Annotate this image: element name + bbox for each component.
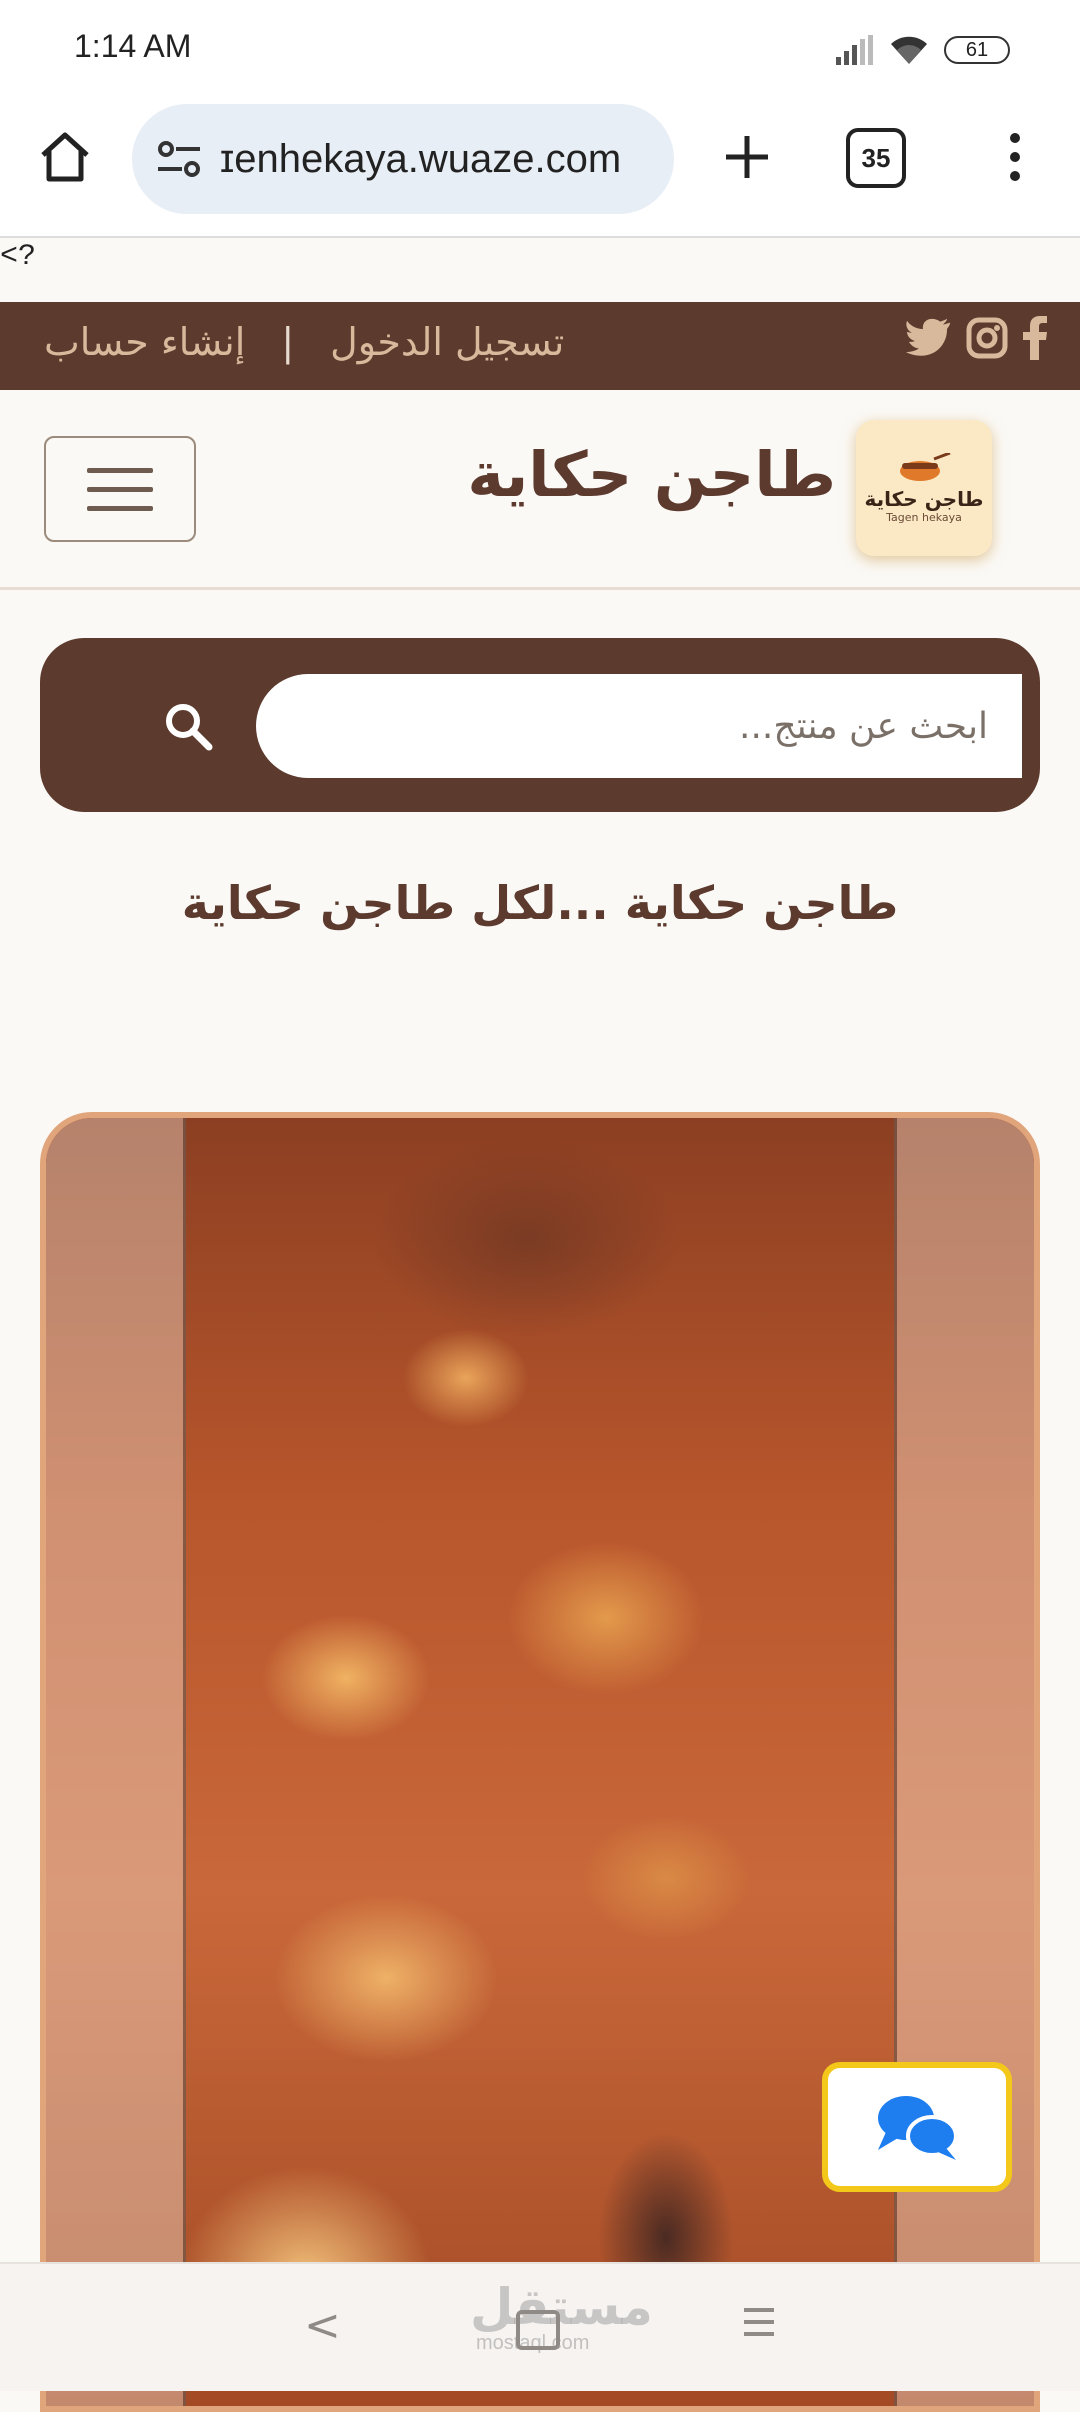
social-links xyxy=(906,316,1048,360)
top-bar: تسجيل الدخول | إنشاء حساب xyxy=(0,302,1080,390)
battery-indicator: 61 xyxy=(944,36,1010,64)
image-overlay-left xyxy=(46,1118,186,2406)
menu-dot-icon xyxy=(1010,133,1020,143)
hero-image xyxy=(40,1112,1040,2412)
site-header: طاجن حكاية Tagen hekaya طاجن حكاية xyxy=(0,390,1080,590)
new-tab-button[interactable] xyxy=(712,122,782,192)
status-time: 1:14 AM xyxy=(74,28,192,64)
plus-icon xyxy=(726,136,768,178)
url-text[interactable]: ɪenhekaya.wuaze.com xyxy=(220,137,650,182)
tagline: طاجن حكاية ...لكل طاجن حكاية xyxy=(181,876,899,930)
search-icon xyxy=(166,704,213,751)
signal-icon xyxy=(836,35,873,65)
hamburger-line-icon xyxy=(87,505,153,511)
home-button[interactable] xyxy=(30,122,100,192)
facebook-icon[interactable] xyxy=(1022,316,1048,360)
recents-line-icon xyxy=(744,2320,774,2324)
search-button[interactable] xyxy=(160,698,216,754)
home-icon xyxy=(41,132,89,182)
recents-line-icon xyxy=(744,2332,774,2336)
address-bar[interactable]: ɪenhekaya.wuaze.com xyxy=(132,104,674,214)
logo-subtext: Tagen hekaya xyxy=(886,510,962,524)
search-input[interactable] xyxy=(256,674,1022,778)
site-logo[interactable]: طاجن حكاية Tagen hekaya xyxy=(856,420,992,556)
nav-recents-button[interactable] xyxy=(744,2308,774,2336)
nav-toggle-button[interactable] xyxy=(44,436,196,542)
signup-link[interactable]: إنشاء حساب xyxy=(44,320,245,364)
login-link[interactable]: تسجيل الدخول xyxy=(330,320,564,364)
system-nav-bar: < مستقل mostaql.com xyxy=(0,2262,1080,2391)
browser-menu-button[interactable] xyxy=(990,122,1040,192)
site-settings-icon[interactable] xyxy=(156,139,202,179)
watermark: مستقل xyxy=(470,2278,653,2336)
recents-line-icon xyxy=(744,2308,774,2312)
twitter-icon[interactable] xyxy=(906,318,952,358)
tagine-food-photo xyxy=(46,1118,1034,2406)
stray-php-text: <? xyxy=(0,240,37,274)
chat-button[interactable] xyxy=(822,2062,1012,2192)
auth-links: تسجيل الدخول | إنشاء حساب xyxy=(44,320,564,364)
instagram-icon[interactable] xyxy=(966,317,1008,359)
menu-dot-icon xyxy=(1010,171,1020,181)
hamburger-line-icon xyxy=(87,467,153,473)
status-icons: 61 xyxy=(834,30,1010,70)
nav-back-button[interactable]: < xyxy=(304,2300,341,2351)
chat-bubbles-icon xyxy=(878,2096,958,2160)
site-title[interactable]: طاجن حكاية xyxy=(467,438,836,511)
menu-dot-icon xyxy=(1010,152,1020,162)
wifi-icon xyxy=(891,36,927,64)
auth-separator: | xyxy=(281,320,295,364)
hamburger-line-icon xyxy=(87,486,153,492)
logo-text: طاجن حكاية xyxy=(864,486,984,511)
nav-home-button[interactable] xyxy=(516,2310,560,2350)
tagine-pot-icon xyxy=(900,452,951,481)
search-panel xyxy=(40,638,1040,812)
tab-switcher-button[interactable]: 35 xyxy=(846,128,906,188)
browser-toolbar: ɪenhekaya.wuaze.com 35 xyxy=(0,100,1080,238)
image-overlay-right xyxy=(894,1118,1034,2406)
status-bar: 1:14 AM 61 xyxy=(0,0,1080,100)
